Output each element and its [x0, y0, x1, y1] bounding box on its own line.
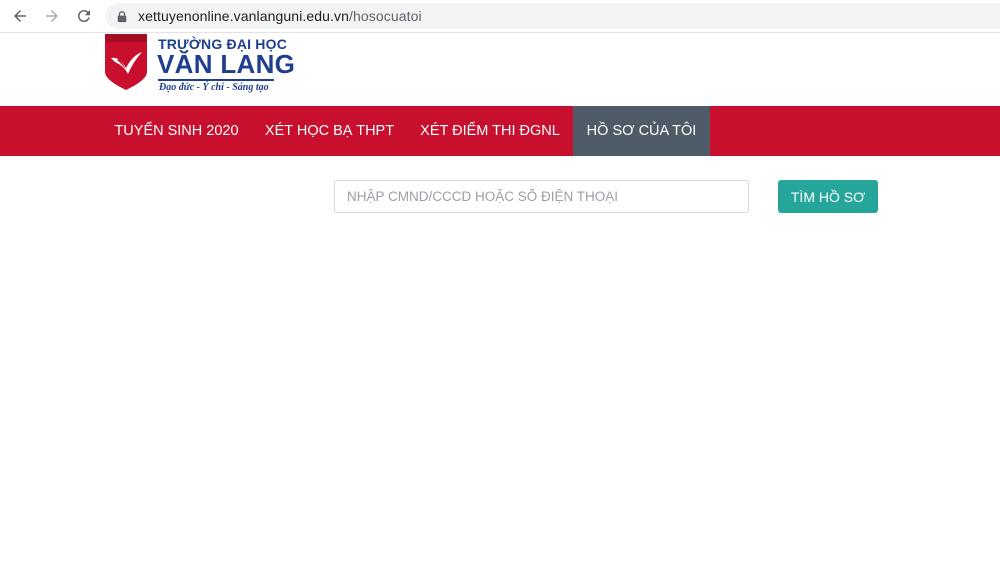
lock-icon — [115, 9, 129, 23]
shield-logo-icon — [105, 34, 147, 90]
main-navbar: TUYỂN SINH 2020 XÉT HỌC BẠ THPT XÉT ĐIỂM… — [0, 106, 1000, 156]
university-logo[interactable]: TRƯỜNG ĐẠI HỌC VĂN LANG Đạo đức - Ý chí … — [102, 34, 295, 96]
back-button[interactable] — [9, 5, 31, 27]
nav-item-ho-so-cua-toi[interactable]: HỒ SƠ CỦA TÔI — [573, 106, 710, 156]
browser-toolbar: xettuyenonline.vanlanguni.edu.vn/hosocua… — [0, 0, 1000, 33]
url-path: /hosocuatoi — [349, 8, 422, 24]
reload-button[interactable] — [73, 5, 95, 27]
nav-item-xet-diem-thi[interactable]: XÉT ĐIỂM THI ĐGNL — [407, 106, 573, 156]
logo-slogan: Đạo đức - Ý chí - Sáng tạo — [159, 82, 269, 93]
logo-underline — [158, 79, 274, 81]
id-or-phone-input[interactable] — [334, 180, 749, 213]
nav-item-xet-hoc-ba[interactable]: XÉT HỌC BẠ THPT — [252, 106, 407, 156]
forward-button[interactable] — [41, 5, 63, 27]
url-host: xettuyenonline.vanlanguni.edu.vn — [138, 8, 350, 24]
nav-item-tuyen-sinh[interactable]: TUYỂN SINH 2020 — [101, 106, 252, 156]
find-profile-button[interactable]: TÌM HỒ SƠ — [778, 180, 878, 213]
reload-icon — [77, 10, 90, 23]
arrow-right-icon — [46, 10, 58, 22]
address-bar[interactable]: xettuyenonline.vanlanguni.edu.vn/hosocua… — [105, 3, 1000, 29]
logo-main-text: VĂN LANG — [157, 49, 296, 79]
site-header: TRƯỜNG ĐẠI HỌC VĂN LANG Đạo đức - Ý chí … — [0, 34, 1000, 106]
url-text: xettuyenonline.vanlanguni.edu.vn/hosocua… — [138, 8, 422, 24]
arrow-left-icon — [14, 10, 26, 22]
